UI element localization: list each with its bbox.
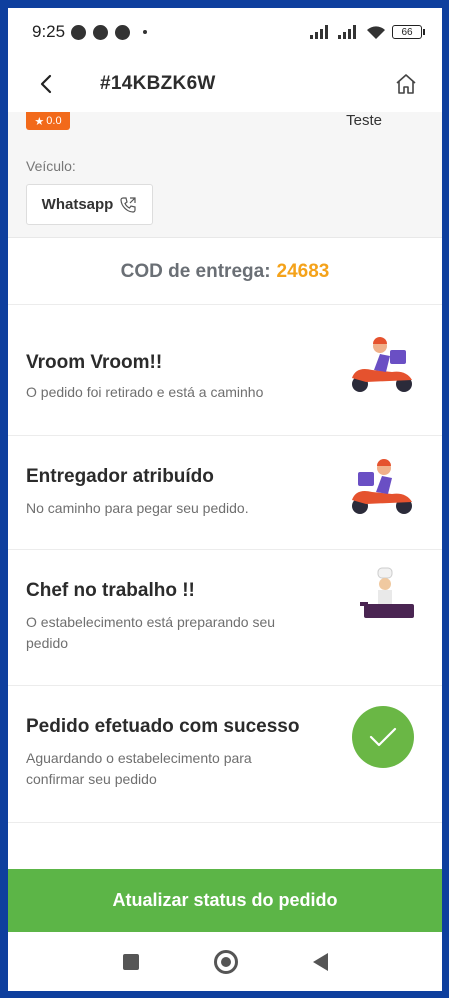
home-icon [396,74,416,94]
delivery-code-label: COD de entrega: [120,260,271,282]
whatsapp-label: Whatsapp [41,196,114,213]
rating-badge: ★ 0.0 [26,112,70,130]
timeline-title: Chef no trabalho !! [26,580,195,601]
chrome-icon [93,24,109,40]
timeline-title: Entregador atribuído [26,466,214,487]
star-icon: ★ [34,115,45,128]
timeline-subtitle: Aguardando o estabelecimento para confir… [26,750,252,787]
driver-name: Teste [346,112,382,129]
scooter-rider-icon [352,459,412,514]
home-nav-button[interactable] [213,949,238,974]
check-icon [352,706,414,768]
back-button[interactable] [18,56,74,112]
timeline-subtitle: No caminho para pegar seu pedido. [26,500,249,516]
chevron-left-icon [40,74,52,94]
timeline-title: Pedido efetuado com sucesso [26,716,300,737]
timeline-item: Chef no trabalho !! O estabelecimento es… [8,550,442,686]
notification-dot-icon [143,30,148,34]
app-bar: #14KBZK6W [8,56,442,112]
delivery-code: COD de entrega: 24683 [8,239,442,305]
signal-icon [338,25,356,39]
chef-icon [360,567,414,618]
signal-icon [310,25,328,39]
wifi-icon [367,25,385,39]
timeline-subtitle: O estabelecimento está preparando seu pe… [26,614,276,651]
timeline-item: Pedido efetuado com sucesso Aguardando o… [8,686,442,823]
ad-icon [71,24,87,40]
scooter-rider-icon [352,337,412,392]
recents-button[interactable] [122,953,139,970]
rating-value: 0.0 [46,115,62,127]
update-status-button[interactable]: Atualizar status do pedido [8,869,442,932]
vehicle-label: Veículo: [26,158,76,174]
status-time: 9:25 [32,22,66,41]
whatsapp-button[interactable]: Whatsapp [26,184,153,225]
page-title: #14KBZK6W [100,73,216,94]
home-button[interactable] [382,60,430,108]
battery-level: 66 [401,26,413,38]
driver-section: ★ 0.0 Teste Veículo: Whatsapp [8,112,442,238]
battery-icon: 66 [392,25,425,39]
status-bar: 9:25 66 [8,8,442,56]
phone-call-icon [120,196,136,213]
phone-screen: 9:25 66 #14KBZK6W ★ 0.0 Teste Veículo: W… [8,8,442,991]
chrome-icon [115,24,131,40]
status-right: 66 [310,25,425,40]
timeline-title: Vroom Vroom!! [26,352,163,373]
timeline-item: Entregador atribuído No caminho para peg… [8,436,442,550]
delivery-code-value: 24683 [276,260,330,282]
timeline-subtitle: O pedido foi retirado e está a caminho [26,384,264,400]
system-nav-bar [8,932,442,991]
back-nav-button[interactable] [312,952,328,971]
timeline-item: Vroom Vroom!! O pedido foi retirado e es… [8,306,442,436]
